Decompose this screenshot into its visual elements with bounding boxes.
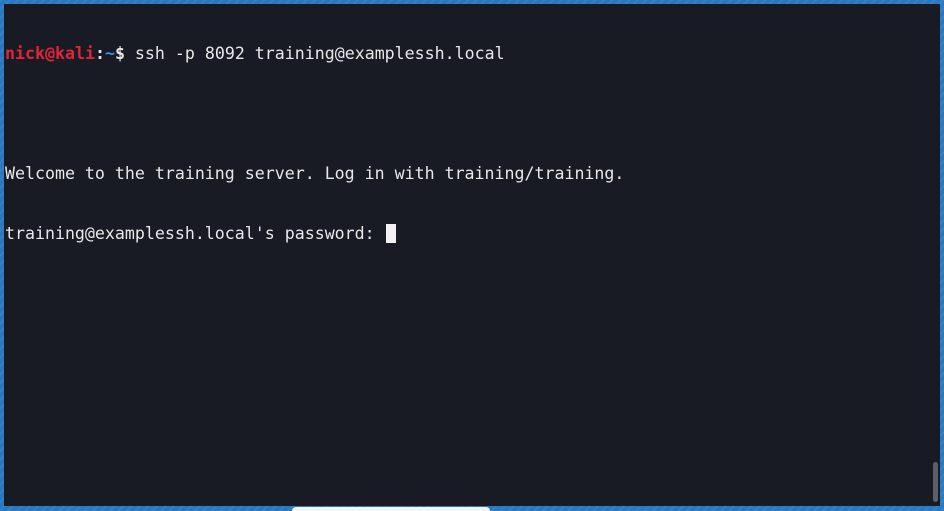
text-cursor xyxy=(385,224,396,243)
prompt-symbol: $ xyxy=(114,44,125,63)
prompt-colon: : xyxy=(94,44,105,63)
taskbar-handle[interactable] xyxy=(292,507,490,511)
password-line[interactable]: training@examplessh.local's password: xyxy=(5,224,928,244)
command-text: ssh -p 8092 training@examplessh.local xyxy=(124,44,505,63)
prompt-user: nick xyxy=(5,44,45,63)
scrollbar-track[interactable] xyxy=(928,4,938,506)
welcome-message: Welcome to the training server. Log in w… xyxy=(5,164,625,183)
prompt-host: kali xyxy=(54,44,95,63)
command-line: nick@kali:~$ ssh -p 8092 training@exampl… xyxy=(5,44,928,64)
prompt-path: ~ xyxy=(104,44,115,63)
scrollbar-thumb[interactable] xyxy=(933,462,938,502)
terminal-window[interactable]: nick@kali:~$ ssh -p 8092 training@exampl… xyxy=(4,4,940,506)
terminal-output[interactable]: nick@kali:~$ ssh -p 8092 training@exampl… xyxy=(5,4,928,506)
password-prompt: training@examplessh.local's password: xyxy=(5,224,385,243)
prompt-at: @ xyxy=(44,44,55,63)
